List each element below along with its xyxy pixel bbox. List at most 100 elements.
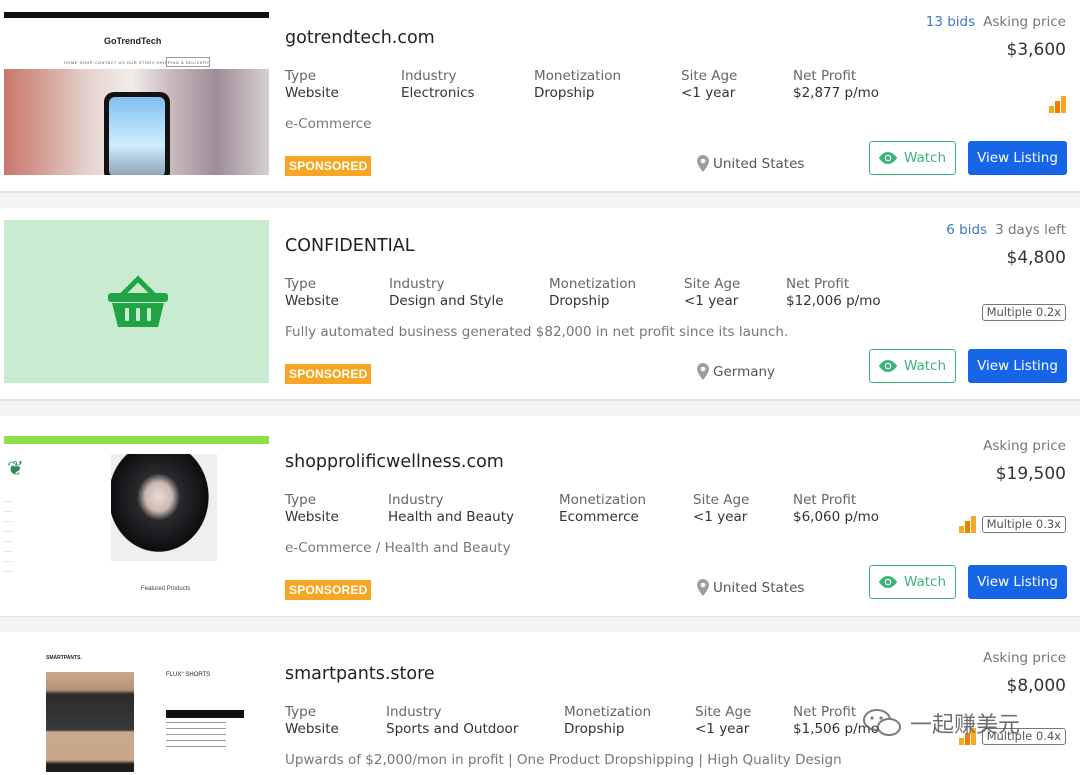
thumb-topbar [4, 12, 269, 18]
attr-monetization: Monetization Dropship [534, 68, 621, 102]
listing-thumbnail[interactable]: GoTrendTech HOME SHOP CONTACT US OUR STO… [4, 12, 269, 175]
watch-label: Watch [903, 574, 947, 590]
attr-value: $2,877 p/mo [793, 85, 880, 101]
listing-description: e-Commerce [285, 116, 372, 132]
attr-value: <1 year [693, 509, 748, 525]
attr-value: <1 year [684, 293, 739, 309]
attr-label: Monetization [549, 276, 637, 292]
attr-value: <1 year [681, 85, 736, 101]
shopping-basket-icon [108, 275, 168, 327]
attr-label: Monetization [559, 492, 647, 508]
attr-label: Site Age [681, 68, 738, 84]
sponsored-badge: SPONSORED [285, 580, 372, 600]
location-pin-icon [697, 579, 709, 596]
view-listing-button[interactable]: View Listing [968, 141, 1067, 175]
listing-card[interactable]: ❦ • —— • —— • —— • —— • —— • —— • —— • —— Featu… [0, 420, 1080, 612]
attr-label: Net Profit [793, 68, 857, 84]
attr-value: Website [285, 509, 339, 525]
listing-description: Upwards of $2,000/mon in profit | One Pr… [285, 752, 842, 768]
watch-label: Watch [903, 150, 947, 166]
attr-value: Ecommerce [559, 509, 639, 525]
attr-value: Electronics [401, 85, 475, 101]
thumb-add-to-cart [166, 710, 244, 718]
attr-monetization: Monetization Dropship [549, 276, 636, 310]
watch-button[interactable]: Watch [869, 349, 956, 383]
view-listing-button[interactable]: View Listing [968, 565, 1067, 599]
attr-label: Industry [386, 704, 442, 720]
sponsored-badge: SPONSORED [285, 156, 372, 176]
eye-icon [878, 360, 897, 372]
attr-type: Type Website [285, 276, 339, 310]
attr-industry: Industry Electronics [401, 68, 475, 102]
bids-link[interactable]: 13 bids [926, 14, 975, 30]
attr-site-age: Site Age <1 year [693, 492, 749, 526]
attr-label: Net Profit [786, 276, 850, 292]
bid-info: Asking price [983, 438, 1066, 454]
asking-price: $4,800 [1006, 248, 1066, 268]
attr-net-profit: Net Profit $12,006 p/mo [786, 276, 881, 310]
attr-value: Dropship [564, 721, 625, 737]
listing-thumbnail[interactable]: SMARTPANTS. FLUX° SHORTS [4, 648, 269, 775]
listing-thumbnail[interactable] [4, 220, 269, 383]
attr-net-profit: Net Profit $6,060 p/mo [793, 492, 879, 526]
listing-title[interactable]: gotrendtech.com [285, 28, 435, 48]
thumb-site-logo: SMARTPANTS. [46, 655, 82, 661]
attr-site-age: Site Age <1 year [684, 276, 740, 310]
listing-location: Germany [697, 363, 775, 380]
attr-value: Dropship [549, 293, 610, 309]
bids-link[interactable]: 6 bids [946, 222, 987, 238]
attr-value: Health and Beauty [388, 509, 514, 525]
attr-type: Type Website [285, 704, 339, 738]
attr-site-age: Site Age <1 year [695, 704, 751, 738]
time-left: 3 days left [995, 222, 1066, 238]
asking-price: $8,000 [1006, 676, 1066, 696]
wechat-logo-icon [863, 709, 901, 736]
attr-monetization: Monetization Dropship [564, 704, 651, 738]
attr-value: Dropship [534, 85, 595, 101]
listing-metrics: Multiple 0.2x [981, 304, 1066, 321]
listing-title[interactable]: shopprolificwellness.com [285, 452, 504, 472]
thumb-site-logo: GoTrendTech [104, 36, 162, 46]
analytics-bar-icon [958, 516, 976, 533]
attr-type: Type Website [285, 492, 339, 526]
attr-type: Type Website [285, 68, 339, 102]
attr-label: Type [285, 704, 317, 720]
attr-site-age: Site Age <1 year [681, 68, 737, 102]
card-gap [0, 616, 1080, 632]
thumb-product-details [166, 722, 226, 752]
thumb-announcement-bar [4, 436, 269, 444]
attr-label: Site Age [684, 276, 741, 292]
analytics-bar-icon [1049, 96, 1066, 113]
card-gap [0, 192, 1080, 208]
thumb-model-image [111, 454, 217, 561]
view-listing-button[interactable]: View Listing [968, 349, 1067, 383]
thumb-phone-screen [109, 97, 165, 175]
attr-label: Site Age [695, 704, 752, 720]
location-pin-icon [697, 155, 709, 172]
watch-button[interactable]: Watch [869, 565, 956, 599]
sponsored-badge: SPONSORED [285, 364, 372, 384]
attr-value: Sports and Outdoor [386, 721, 519, 737]
location-text: United States [713, 155, 805, 172]
thumb-tree-logo-icon: ❦ [7, 458, 24, 480]
listing-title[interactable]: smartpants.store [285, 664, 435, 684]
listing-thumbnail[interactable]: ❦ • —— • —— • —— • —— • —— • —— • —— • —— Featu… [4, 436, 269, 599]
listing-card[interactable]: GoTrendTech HOME SHOP CONTACT US OUR STO… [0, 0, 1080, 192]
price-status: Asking price [983, 438, 1066, 454]
listing-metrics: Multiple 0.3x [958, 516, 1066, 533]
listing-card[interactable]: CONFIDENTIAL Type Website Industry Design … [0, 208, 1080, 400]
attr-label: Type [285, 68, 317, 84]
attr-label: Type [285, 492, 317, 508]
watch-label: Watch [903, 358, 947, 374]
card-gap [0, 400, 1080, 416]
watermark-text: 一起赚美元 [910, 713, 1021, 738]
attr-value: $12,006 p/mo [786, 293, 881, 309]
thumb-caption: Featured Products [141, 586, 191, 592]
location-text: Germany [713, 363, 776, 380]
listing-metrics [1049, 96, 1066, 113]
listing-title[interactable]: CONFIDENTIAL [285, 236, 415, 256]
attr-label: Industry [388, 492, 444, 508]
listing-card[interactable]: SMARTPANTS. FLUX° SHORTS smartpants.stor… [0, 632, 1080, 775]
watch-button[interactable]: Watch [869, 141, 956, 175]
attr-label: Monetization [564, 704, 652, 720]
